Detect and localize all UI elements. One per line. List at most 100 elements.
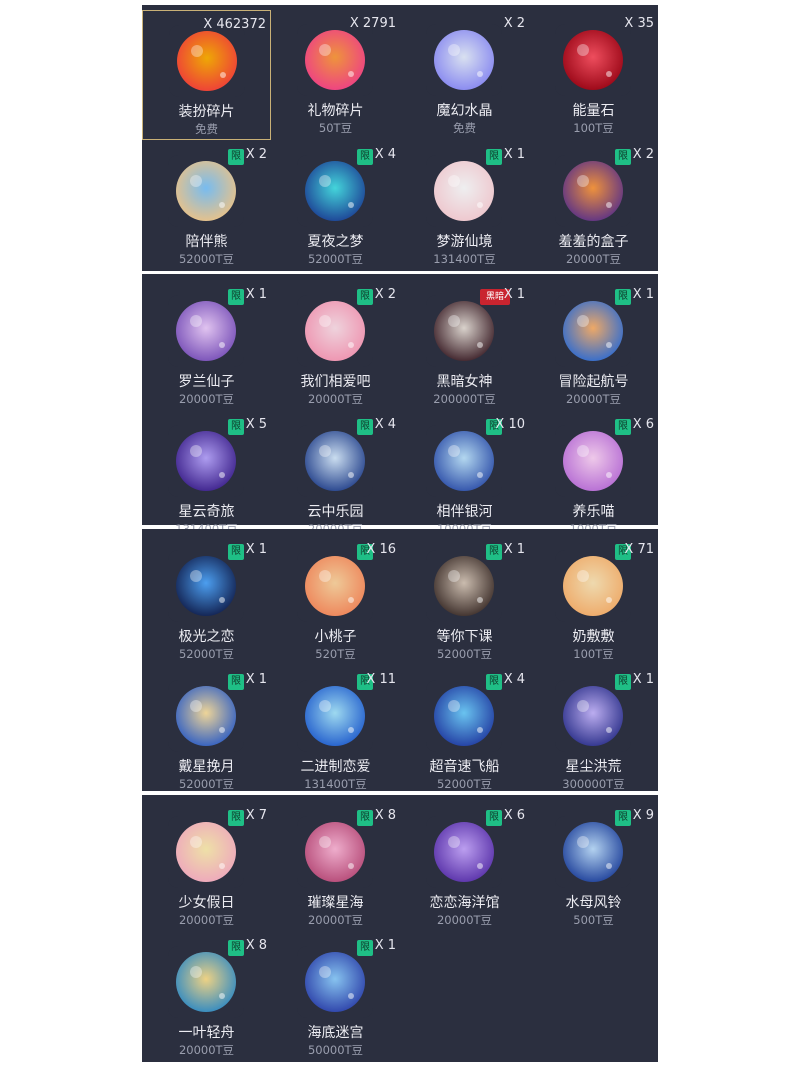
item-count: X 71 [624,542,654,557]
item-name: 养乐喵 [572,504,615,520]
item-card[interactable]: 限X 7 少女假日 20000T豆 [142,802,271,932]
item-row: 限X 2 陪伴熊 52000T豆限 X 4 夏夜之梦 52000T豆限 X 1 梦游仙境 131… [142,141,658,271]
wonderland-icon [426,155,502,227]
item-count: X 1 [632,287,654,302]
item-card[interactable]: 限X 2 我们相爱吧 20000T豆 [271,281,400,411]
item-count: X 16 [366,542,396,557]
item-count: X 6 [503,808,525,823]
item-card[interactable]: 限X 2 陪伴熊 52000T豆 [142,141,271,271]
undersea-icon [297,946,373,1018]
item-section-1: X 462372 装扮碎片 免费 X 2791 礼物碎片 50T豆 X 2 魔幻水晶 免费 X 3… [142,5,658,271]
item-count: X 1 [503,147,525,162]
item-price: 100T豆 [573,647,614,661]
item-price: 免费 [453,121,476,135]
item-count: X 4 [374,147,396,162]
item-card[interactable]: 限X 1 极光之恋 52000T豆 [142,536,271,666]
item-price: 20000T豆 [178,392,235,406]
item-name: 装扮碎片 [178,104,235,120]
item-card[interactable]: 限X 2 羞羞的盒子 20000T豆 [529,141,658,271]
item-name: 我们相爱吧 [300,374,371,390]
item-name: 璀璨星海 [307,895,364,911]
stardust-icon [555,680,631,752]
item-count: X 1 [503,287,525,302]
heart-balloon-icon [297,295,373,367]
item-card[interactable]: 限X 1 罗兰仙子 20000T豆 [142,281,271,411]
item-card[interactable]: 黑暗 X 1 黑暗女神 200000T豆 [400,281,529,411]
item-price: 免费 [195,122,218,136]
item-name: 星尘洪荒 [565,759,622,775]
item-price: 52000T豆 [436,777,493,791]
item-name: 一叶轻舟 [178,1025,235,1041]
jellyfish-icon [555,816,631,888]
item-card[interactable]: 限X 4 夏夜之梦 52000T豆 [271,141,400,271]
item-card[interactable]: 限X 1 冒险起航号 20000T豆 [529,281,658,411]
item-name: 恋恋海洋馆 [429,895,500,911]
item-price: 20000T豆 [565,392,622,406]
item-name: 夏夜之梦 [307,234,364,250]
cat-cup-icon [555,425,631,497]
item-card[interactable]: 限X 6 恋恋海洋馆 20000T豆 [400,802,529,932]
item-price: 20000T豆 [307,913,364,927]
item-count: X 11 [366,672,396,687]
ship-icon [555,295,631,367]
aquarium-icon [426,816,502,888]
item-card[interactable]: 限X 5星云奇旅131400T豆 [142,411,271,541]
galaxy-icon [426,425,502,497]
item-card[interactable]: 限X 1 海底迷宫 50000T豆 [271,932,400,1062]
item-name: 水母风铃 [565,895,622,911]
item-count: X 4 [374,417,396,432]
item-row: 限X 5星云奇旅131400T豆限X 4云中乐园20000T豆限X 10相伴银河… [142,411,658,541]
item-count: X 2 [245,147,267,162]
item-card[interactable]: 限X 71 奶敷敷 100T豆 [529,536,658,666]
item-card[interactable]: X 2791 礼物碎片 50T豆 [271,10,400,140]
item-count: X 7 [245,808,267,823]
item-card[interactable]: 限X 4云中乐园20000T豆 [271,411,400,541]
item-name: 魔幻水晶 [436,103,493,119]
item-name: 陪伴熊 [185,234,228,250]
item-count: X 10 [495,417,525,432]
item-name: 小桃子 [314,629,357,645]
item-price: 52000T豆 [178,777,235,791]
item-name: 冒险起航号 [558,374,629,390]
item-card[interactable]: 限X 1 星尘洪荒 300000T豆 [529,666,658,796]
item-card[interactable]: 限X 4 超音速飞船 52000T豆 [400,666,529,796]
limited-tag: 限 [228,674,244,690]
limited-tag: 限 [228,940,244,956]
limited-tag: 限 [228,810,244,826]
item-name: 海底迷宫 [307,1025,364,1041]
item-card[interactable]: 限X 6养乐喵1000T豆 [529,411,658,541]
item-name: 黑暗女神 [436,374,493,390]
couple-icon [426,550,502,622]
item-price: 52000T豆 [436,647,493,661]
item-price: 200000T豆 [433,392,496,406]
item-card[interactable]: 限X 8 一叶轻舟 20000T豆 [142,932,271,1062]
item-row: 限X 1 戴星挽月 52000T豆限 X 11 二进制恋爱 131400T豆限 X 4 超音速… [142,666,658,796]
item-name: 云中乐园 [307,504,364,520]
limited-tag: 限 [486,149,502,165]
item-card[interactable]: 限X 11 二进制恋爱 131400T豆 [271,666,400,796]
limited-tag: 限 [486,674,502,690]
item-count: X 1 [374,938,396,953]
limited-tag: 限 [486,544,502,560]
item-card[interactable]: 限X 10相伴银河10000T豆 [400,411,529,541]
item-price: 20000T豆 [178,1043,235,1057]
item-card[interactable]: 限X 8 璀璨星海 20000T豆 [271,802,400,932]
limited-tag: 限 [357,940,373,956]
item-section-4: 限X 7 少女假日 20000T豆限 X 8 璀璨星海 20000T豆限 X 6 恋恋海洋馆 2… [142,795,658,1062]
item-card[interactable]: X 2 魔幻水晶 免费 [400,10,529,140]
item-price: 52000T豆 [178,252,235,266]
item-card[interactable]: 限X 1 戴星挽月 52000T豆 [142,666,271,796]
item-count: X 2 [374,287,396,302]
item-row: X 462372 装扮碎片 免费 X 2791 礼物碎片 50T豆 X 2 魔幻水晶 免费 X 3… [142,10,658,140]
item-card[interactable]: X 35 能量石 100T豆 [529,10,658,140]
item-card[interactable]: 限X 1 等你下课 52000T豆 [400,536,529,666]
item-row: 限X 8 一叶轻舟 20000T豆限 X 1 海底迷宫 50000T豆 [142,932,658,1062]
item-price: 50T豆 [318,121,353,135]
item-card[interactable]: X 462372 装扮碎片 免费 [142,10,271,140]
item-card[interactable]: 限X 16 小桃子 520T豆 [271,536,400,666]
item-card[interactable]: 限X 1 梦游仙境 131400T豆 [400,141,529,271]
limited-tag: 限 [357,810,373,826]
item-card[interactable]: 限X 9 水母风铃 500T豆 [529,802,658,932]
item-row: 限X 1 罗兰仙子 20000T豆限 X 2 我们相爱吧 20000T豆 黑暗 X 1 黑暗女神… [142,281,658,411]
item-name: 礼物碎片 [307,103,364,119]
